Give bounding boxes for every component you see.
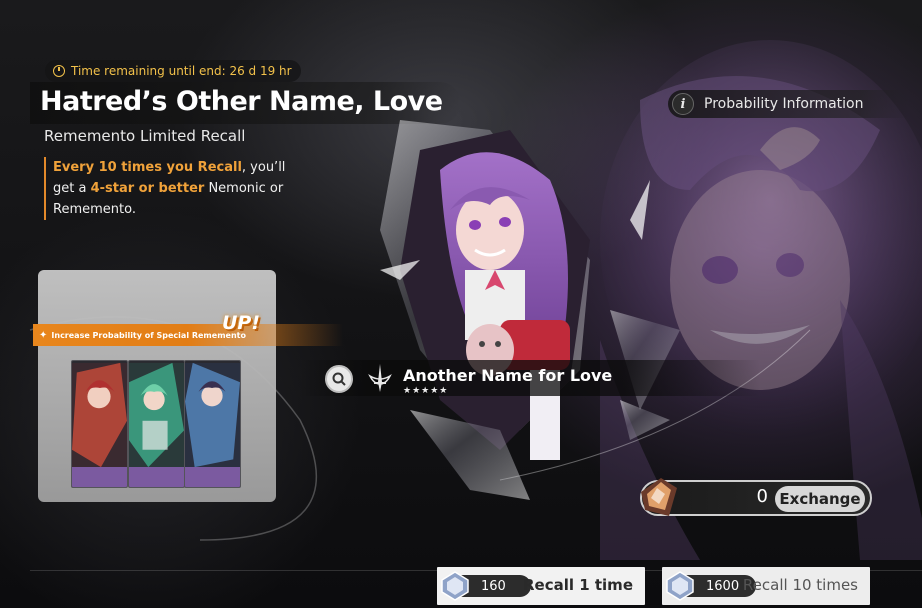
recall-1-cost-value: 160 (481, 578, 506, 594)
featured-rememento-art[interactable] (380, 110, 680, 530)
time-remaining: Time remaining until end: 26 d 19 hr (45, 60, 301, 82)
crystal-currency-icon (666, 571, 694, 601)
exchange-count: 0 (756, 486, 768, 507)
card-art (129, 362, 184, 468)
info-icon: i (672, 93, 694, 115)
rate-up-banner: ✦ Increase Probability of Special Rememe… (33, 324, 343, 346)
sword-class-icon (368, 364, 392, 392)
rarity-stars: ★★★★★ (403, 386, 449, 396)
exchange-token-icon (641, 478, 677, 516)
sparkle-icon: ✦ (39, 329, 48, 341)
banner-description: Every 10 times you Recall, you’ll get a … (44, 157, 309, 220)
crystal-currency-icon (441, 571, 469, 601)
rate-up-text: Increase Probability of Special Remement… (51, 330, 246, 340)
banner-subtitle: Rememento Limited Recall (44, 127, 246, 145)
clock-icon (53, 65, 65, 77)
card-footer (72, 467, 127, 487)
recall-10-cost-value: 1600 (706, 578, 740, 594)
desc-highlight-1: Every 10 times you Recall (53, 160, 242, 175)
recall-1-label: Recall 1 time (522, 576, 633, 594)
up-badge: UP! (222, 312, 261, 334)
featured-name: Another Name for Love (403, 366, 613, 385)
rememento-card-2[interactable] (128, 360, 185, 488)
recall-10-button[interactable]: 1600 Recall 10 times (662, 567, 870, 605)
recall-screen: Time remaining until end: 26 d 19 hr Hat… (0, 0, 922, 608)
card-art (185, 362, 240, 468)
probability-label: Probability Information (704, 96, 864, 112)
timer-text: Time remaining until end: 26 d 19 hr (71, 64, 292, 78)
card-footer (185, 467, 240, 487)
card-art (72, 362, 127, 468)
rememento-card-3[interactable] (184, 360, 241, 488)
magnifier-icon (332, 372, 346, 386)
card-footer (129, 467, 184, 487)
recall-1-button[interactable]: 160 Recall 1 time (437, 567, 645, 605)
inspect-button[interactable] (325, 365, 353, 393)
probability-info-button[interactable]: i Probability Information (668, 90, 908, 118)
rememento-card-1[interactable] (71, 360, 128, 488)
exchange-button[interactable]: Exchange (775, 486, 865, 512)
recall-10-label: Recall 10 times (742, 576, 858, 594)
desc-highlight-2: 4-star or better (90, 181, 205, 196)
